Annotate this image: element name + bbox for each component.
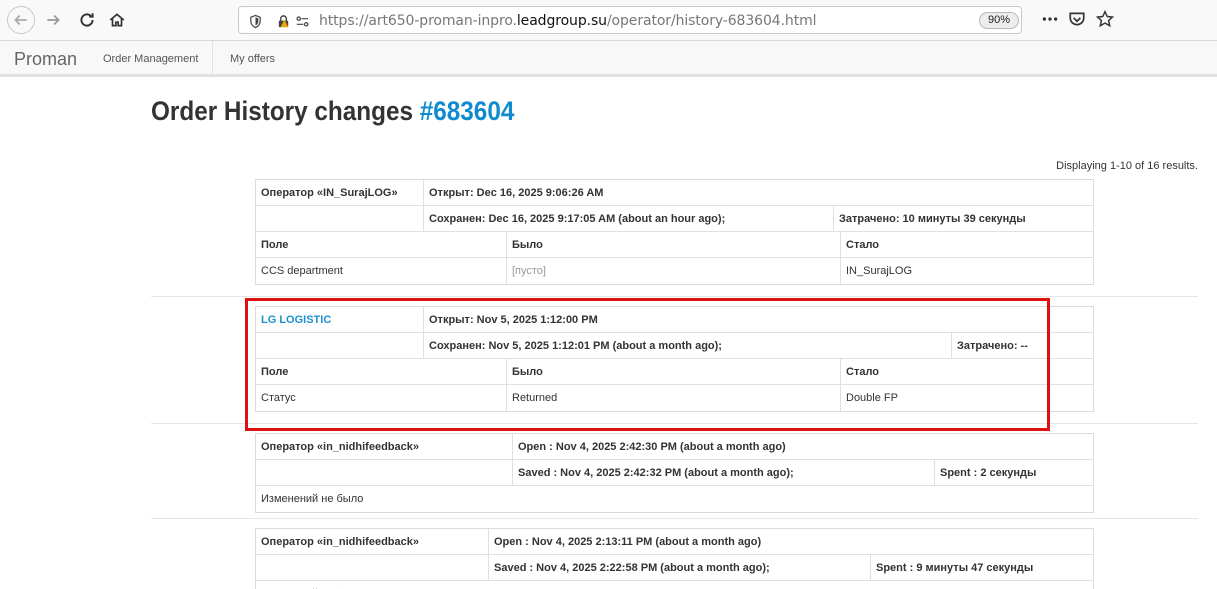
back-button[interactable] [7, 6, 35, 34]
url-text: https://art650-proman-inpro.leadgroup.su… [319, 13, 817, 29]
shield-icon[interactable] [247, 13, 263, 29]
saved-time: Сохранен: Dec 16, 2025 9:17:05 AM (about… [423, 206, 833, 231]
arrow-right-icon [47, 14, 60, 26]
reload-icon [80, 13, 94, 27]
header-became: Стало [840, 232, 1093, 257]
brand-logo[interactable]: Proman [14, 49, 77, 70]
operator-link[interactable]: LG LOGISTIC [256, 307, 423, 332]
header-field: Поле [261, 365, 289, 378]
nav-order-management[interactable]: Order Management [103, 53, 198, 65]
time-spent: Spent : 2 секунды [934, 460, 1093, 485]
bookmark-star-icon[interactable] [1095, 9, 1115, 29]
forward-button[interactable] [40, 7, 66, 33]
operator-name: Оператор «in_nidhifeedback» [261, 535, 419, 548]
pocket-icon[interactable] [1067, 9, 1087, 29]
saved-time: Saved : Nov 4, 2025 2:42:32 PM (about a … [512, 460, 934, 485]
entry-separator [151, 518, 1198, 519]
header-field: Поле [261, 238, 289, 251]
saved-time: Saved : Nov 4, 2025 2:22:58 PM (about a … [488, 555, 870, 580]
history-entry: Оператор «in_nidhifeedback» Open : Nov 4… [255, 433, 1094, 513]
operator-name: Оператор «IN_SurajLOG» [261, 186, 398, 199]
operator-name: Оператор «in_nidhifeedback» [261, 440, 419, 453]
time-spent: Затрачено: -- [951, 333, 1093, 358]
address-bar[interactable]: https://art650-proman-inpro.leadgroup.su… [238, 6, 1022, 34]
opened-time: Открыт: Dec 16, 2025 9:06:26 AM [423, 180, 1093, 205]
change-was: [пусто] [506, 258, 840, 284]
reload-button[interactable] [74, 7, 100, 33]
entry-separator [151, 423, 1198, 424]
browser-toolbar: https://art650-proman-inpro.leadgroup.su… [0, 0, 1217, 41]
home-icon [109, 13, 125, 27]
results-summary: Displaying 1-10 of 16 results. [1056, 160, 1198, 172]
change-became: IN_SurajLOG [840, 258, 1093, 284]
change-became: Double FP [840, 385, 1093, 411]
arrow-left-icon [14, 14, 27, 26]
header-became: Стало [840, 359, 1093, 384]
change-field: CCS department [261, 265, 343, 277]
change-was: Returned [506, 385, 840, 411]
opened-time: Open : Nov 4, 2025 2:13:11 PM (about a m… [488, 529, 1093, 554]
history-entry: Оператор «IN_SurajLOG» Открыт: Dec 16, 2… [255, 179, 1094, 285]
nav-divider [212, 41, 213, 74]
page-title: Order History changes #683604 [151, 96, 515, 126]
more-actions-icon[interactable] [1040, 9, 1060, 29]
change-field: Статус [261, 392, 296, 404]
nav-my-offers[interactable]: My offers [230, 53, 275, 65]
app-navbar: Proman Order Management My offers [0, 41, 1217, 77]
order-id-link[interactable]: #683604 [420, 96, 515, 126]
opened-time: Open : Nov 4, 2025 2:42:30 PM (about a m… [512, 434, 1093, 459]
opened-time: Открыт: Nov 5, 2025 1:12:00 PM [423, 307, 1093, 332]
permissions-icon[interactable] [294, 13, 310, 29]
time-spent: Spent : 9 минуты 47 секунды [870, 555, 1093, 580]
header-was: Было [506, 232, 840, 257]
header-was: Было [506, 359, 840, 384]
insecure-lock-icon[interactable] [275, 13, 291, 29]
no-changes-text: Изменений не было [256, 581, 1093, 589]
saved-time: Сохранен: Nov 5, 2025 1:12:01 PM (about … [423, 333, 951, 358]
home-button[interactable] [104, 7, 130, 33]
history-entry: Оператор «in_nidhifeedback» Open : Nov 4… [255, 528, 1094, 589]
history-entry: LG LOGISTIC Открыт: Nov 5, 2025 1:12:00 … [255, 306, 1094, 412]
time-spent: Затрачено: 10 минуты 39 секунды [833, 206, 1093, 231]
zoom-badge[interactable]: 90% [979, 12, 1020, 29]
no-changes-text: Изменений не было [261, 493, 364, 505]
entry-separator [151, 296, 1198, 297]
